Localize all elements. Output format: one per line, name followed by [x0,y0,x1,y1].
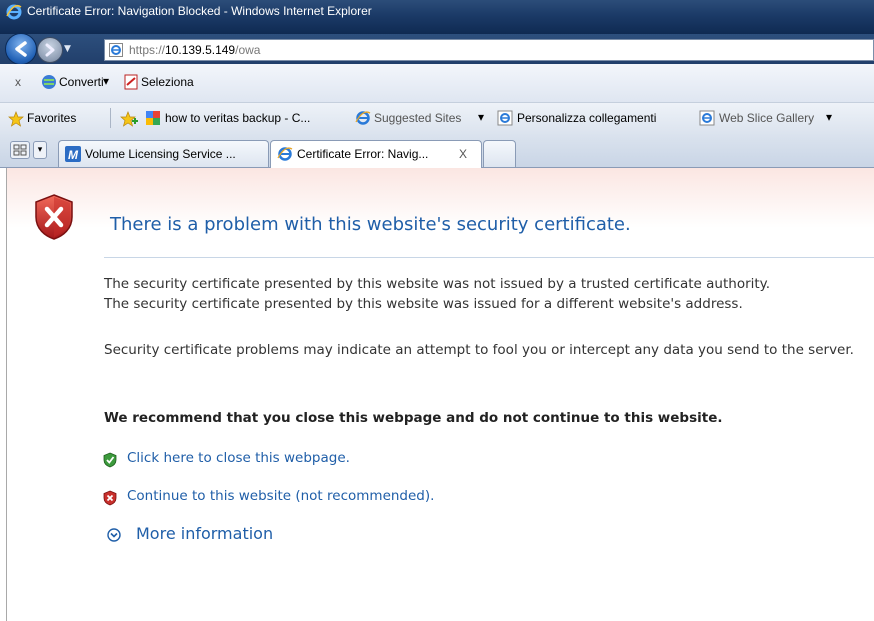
recent-pages-dropdown[interactable]: ▼ [64,44,71,54]
ie-icon [277,146,293,166]
tab-volume-licensing[interactable]: M Volume Licensing Service ... [58,140,269,167]
close-webpage-link[interactable]: Click here to close this webpage. [127,450,350,466]
issue-line-1: The security certificate presented by th… [104,276,771,292]
recommendation-text: We recommend that you close this webpage… [104,410,723,426]
page-title: There is a problem with this website's s… [110,214,631,235]
warning-paragraph: Security certificate problems may indica… [104,342,854,358]
toolbar-close-button[interactable]: x [15,75,21,89]
favorite-link-personalizza[interactable]: Personalizza collegamenti [517,111,656,125]
web-slice-dropdown[interactable]: ▾ [826,110,832,124]
favorite-link-veritas[interactable]: how to veritas backup - C... [165,111,310,125]
green-shield-icon [103,452,117,468]
convert-button[interactable]: Converti [59,75,104,89]
select-button[interactable]: Seleziona [141,75,194,89]
forward-button[interactable] [37,37,63,63]
ie-page-icon [109,43,123,57]
m-icon: M [65,146,81,166]
tab-certificate-error[interactable]: Certificate Error: Navig... X [270,140,482,168]
url-prefix: https:// [129,43,166,57]
ie-icon [355,110,371,130]
chevron-down-circle-icon[interactable] [107,528,121,542]
google-icon [145,110,161,130]
svg-text:M: M [68,148,79,162]
quick-tabs-button[interactable] [10,141,30,159]
convert-icon [41,74,57,94]
tab-list-dropdown[interactable]: ▾ [33,141,47,159]
tab-close-button[interactable]: X [459,147,467,161]
red-shield-icon [103,490,117,506]
suggested-sites-dropdown[interactable]: ▾ [478,110,484,124]
convert-dropdown[interactable]: ▾ [103,74,109,88]
error-page: There is a problem with this website's s… [6,168,874,621]
more-information-link[interactable]: More information [136,524,273,543]
title-bar: Certificate Error: Navigation Blocked - … [0,0,874,34]
ie-page-icon [497,110,513,130]
ie-page-icon [699,110,715,130]
favorite-link-suggested-sites[interactable]: Suggested Sites [374,111,461,125]
error-shield-icon [35,194,73,240]
pdf-select-icon [123,74,139,94]
command-bar: x Converti ▾ Seleziona [0,64,874,102]
back-button[interactable] [5,33,37,65]
heading-divider [104,257,874,258]
tab-label: Certificate Error: Navig... [297,147,429,161]
arrow-right-icon [45,43,55,57]
url-host: 10.139.5.149 [165,43,236,57]
window-title: Certificate Error: Navigation Blocked - … [27,4,372,18]
arrow-left-icon [15,41,27,57]
address-bar[interactable]: https://10.139.5.149/owa [104,39,874,61]
certificate-issues: The security certificate presented by th… [104,274,864,314]
url-path: /owa [235,43,261,57]
favorite-link-web-slice-gallery[interactable]: Web Slice Gallery [719,111,814,125]
favorites-bar: Favorites how to veritas backup - C... S… [0,102,874,135]
new-tab-button[interactable] [483,140,516,167]
add-favorites-icon[interactable] [120,111,138,131]
quick-tabs-icon [13,144,27,156]
tab-label: Volume Licensing Service ... [85,147,236,161]
favorites-button[interactable]: Favorites [27,111,76,125]
favorites-divider [110,108,111,128]
continue-to-website-link[interactable]: Continue to this website (not recommende… [127,488,434,504]
issue-line-2: The security certificate presented by th… [104,296,743,312]
address-url[interactable]: https://10.139.5.149/owa [129,43,260,57]
ie-logo-icon [6,4,22,20]
star-icon [8,111,24,131]
